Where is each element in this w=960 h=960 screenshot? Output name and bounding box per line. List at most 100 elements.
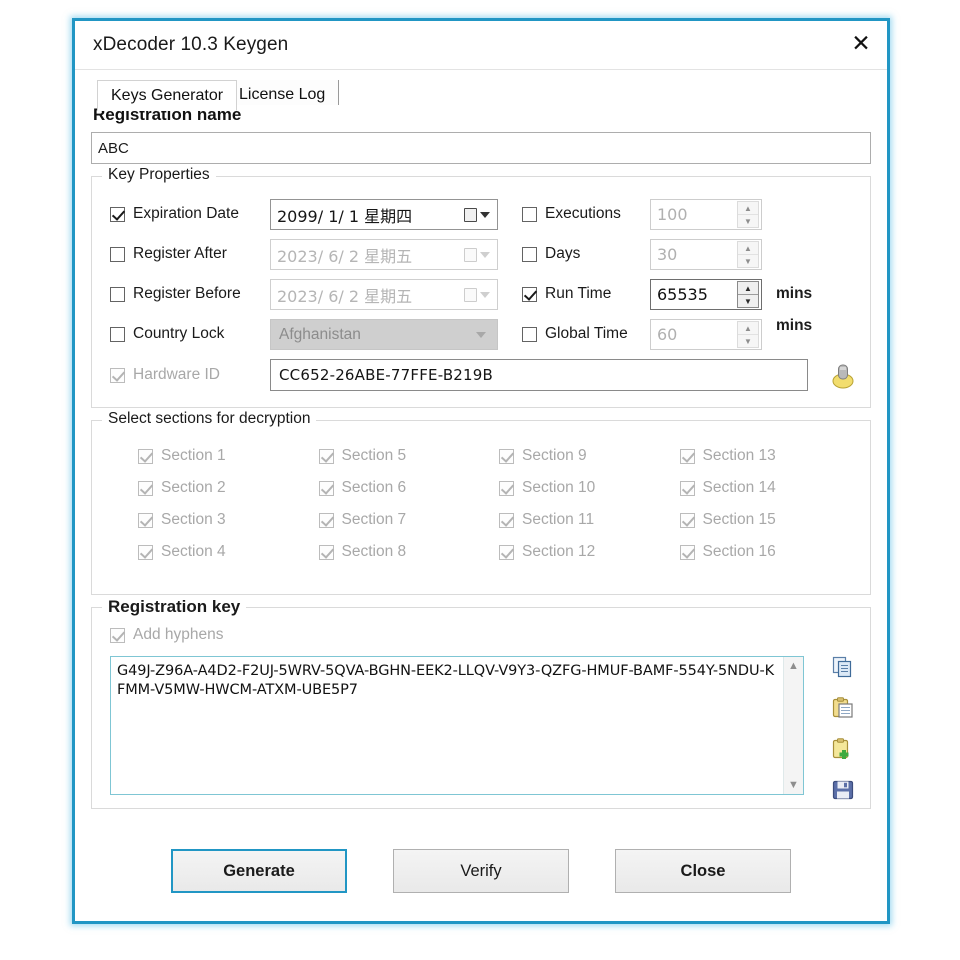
- stepper-buttons[interactable]: ▲ ▼: [737, 241, 759, 268]
- global-time-checkbox[interactable]: Global Time: [522, 319, 652, 349]
- executions-checkbox[interactable]: Executions: [522, 199, 652, 229]
- section-checkbox-13[interactable]: Section 13: [680, 447, 861, 465]
- hardware-key-icon[interactable]: [830, 359, 856, 394]
- stepper-down-icon[interactable]: ▼: [738, 295, 758, 307]
- section-label: Section 1: [161, 447, 226, 465]
- calendar-icon: [464, 208, 477, 222]
- register-before-picker-button[interactable]: [457, 280, 497, 309]
- add-clipboard-icon[interactable]: [832, 738, 854, 765]
- section-checkbox-3[interactable]: Section 3: [138, 511, 319, 529]
- hardware-id-checkbox: Hardware ID: [110, 360, 270, 390]
- checkbox-icon: [110, 368, 125, 383]
- scroll-up-icon[interactable]: ▲: [788, 660, 799, 672]
- section-label: Section 15: [703, 511, 776, 529]
- title-bar: xDecoder 10.3 Keygen ✕: [75, 21, 887, 70]
- key-action-icons: [832, 656, 854, 806]
- calendar-icon: [464, 288, 477, 302]
- global-time-unit: mins: [776, 317, 812, 335]
- days-checkbox[interactable]: Days: [522, 239, 652, 269]
- section-label: Section 11: [522, 511, 594, 529]
- close-dialog-button[interactable]: Close: [615, 849, 791, 893]
- section-checkbox-11[interactable]: Section 11: [499, 511, 680, 529]
- section-checkbox-10[interactable]: Section 10: [499, 479, 680, 497]
- section-label: Section 5: [342, 447, 407, 465]
- stepper-up-icon[interactable]: ▲: [738, 242, 758, 255]
- register-before-checkbox[interactable]: Register Before: [110, 279, 270, 309]
- section-label: Section 14: [703, 479, 776, 497]
- stepper-up-icon[interactable]: ▲: [738, 322, 758, 335]
- register-before-field[interactable]: 2023/ 6/ 2 星期五: [270, 279, 498, 310]
- section-checkbox-15[interactable]: Section 15: [680, 511, 861, 529]
- sections-group: Select sections for decryption Section 1…: [91, 420, 871, 595]
- section-checkbox-6[interactable]: Section 6: [319, 479, 500, 497]
- checkbox-icon: [680, 513, 695, 528]
- checkbox-icon: [319, 449, 334, 464]
- button-row: Generate Verify Close: [91, 849, 871, 893]
- section-checkbox-4[interactable]: Section 4: [138, 543, 319, 561]
- checkbox-icon: [138, 513, 153, 528]
- registration-key-textarea[interactable]: G49J-Z96A-A4D2-F2UJ-5WRV-5QVA-BGHN-EEK2-…: [110, 656, 804, 795]
- stepper-down-icon[interactable]: ▼: [738, 255, 758, 267]
- days-stepper[interactable]: 30 ▲ ▼: [650, 239, 762, 270]
- section-label: Section 7: [342, 511, 407, 529]
- close-button[interactable]: ✕: [835, 21, 887, 67]
- register-after-checkbox[interactable]: Register After: [110, 239, 270, 269]
- save-icon[interactable]: [832, 779, 854, 806]
- run-time-checkbox[interactable]: Run Time: [522, 279, 652, 309]
- paste-icon[interactable]: [832, 697, 854, 724]
- registration-key-heading: Registration key: [102, 597, 246, 617]
- stepper-up-icon[interactable]: ▲: [738, 202, 758, 215]
- tab-keys-generator[interactable]: Keys Generator: [97, 80, 237, 111]
- stepper-buttons[interactable]: ▲ ▼: [737, 281, 759, 308]
- checkbox-icon: [499, 545, 514, 560]
- section-checkbox-7[interactable]: Section 7: [319, 511, 500, 529]
- sections-grid: Section 1 Section 5 Section 9 Section 13…: [138, 447, 860, 561]
- checkbox-icon: [110, 327, 125, 342]
- stepper-down-icon[interactable]: ▼: [738, 335, 758, 347]
- expiration-date-picker-button[interactable]: [457, 200, 497, 229]
- add-hyphens-label: Add hyphens: [133, 626, 224, 644]
- register-after-picker-button[interactable]: [457, 240, 497, 269]
- stepper-down-icon[interactable]: ▼: [738, 215, 758, 227]
- register-after-field[interactable]: 2023/ 6/ 2 星期五: [270, 239, 498, 270]
- calendar-icon: [464, 248, 477, 262]
- stepper-buttons[interactable]: ▲ ▼: [737, 321, 759, 348]
- country-lock-select[interactable]: Afghanistan: [270, 319, 498, 350]
- checkbox-icon: [319, 545, 334, 560]
- hardware-id-input[interactable]: CC652-26ABE-77FFE-B219B: [270, 359, 808, 391]
- section-checkbox-12[interactable]: Section 12: [499, 543, 680, 561]
- expiration-date-field[interactable]: 2099/ 1/ 1 星期四: [270, 199, 498, 230]
- expiration-date-checkbox[interactable]: Expiration Date: [110, 199, 270, 229]
- scroll-down-icon[interactable]: ▼: [788, 779, 799, 791]
- executions-value: 100: [651, 205, 737, 224]
- section-label: Section 2: [161, 479, 226, 497]
- section-checkbox-8[interactable]: Section 8: [319, 543, 500, 561]
- days-value: 30: [651, 245, 737, 264]
- executions-stepper[interactable]: 100 ▲ ▼: [650, 199, 762, 230]
- section-checkbox-9[interactable]: Section 9: [499, 447, 680, 465]
- keygen-window: xDecoder 10.3 Keygen ✕ Keys Generator Li…: [72, 18, 890, 924]
- copy-icon[interactable]: [832, 656, 854, 683]
- stepper-buttons[interactable]: ▲ ▼: [737, 201, 759, 228]
- section-label: Section 6: [342, 479, 407, 497]
- checkbox-icon: [499, 513, 514, 528]
- registration-name-input[interactable]: ABC: [91, 132, 871, 164]
- generate-button[interactable]: Generate: [171, 849, 347, 893]
- global-time-stepper[interactable]: 60 ▲ ▼: [650, 319, 762, 350]
- checkbox-icon: [110, 628, 125, 643]
- checkbox-icon: [680, 449, 695, 464]
- run-time-value: 65535: [651, 285, 737, 304]
- verify-button[interactable]: Verify: [393, 849, 569, 893]
- section-label: Section 16: [703, 543, 776, 561]
- add-hyphens-checkbox[interactable]: Add hyphens: [110, 626, 224, 644]
- country-lock-checkbox[interactable]: Country Lock: [110, 319, 270, 349]
- section-checkbox-1[interactable]: Section 1: [138, 447, 319, 465]
- section-checkbox-5[interactable]: Section 5: [319, 447, 500, 465]
- section-label: Section 8: [342, 543, 407, 561]
- section-checkbox-16[interactable]: Section 16: [680, 543, 861, 561]
- section-checkbox-2[interactable]: Section 2: [138, 479, 319, 497]
- stepper-up-icon[interactable]: ▲: [738, 282, 758, 295]
- run-time-stepper[interactable]: 65535 ▲ ▼: [650, 279, 762, 310]
- registration-key-scrollbar[interactable]: ▲ ▼: [783, 657, 803, 794]
- section-checkbox-14[interactable]: Section 14: [680, 479, 861, 497]
